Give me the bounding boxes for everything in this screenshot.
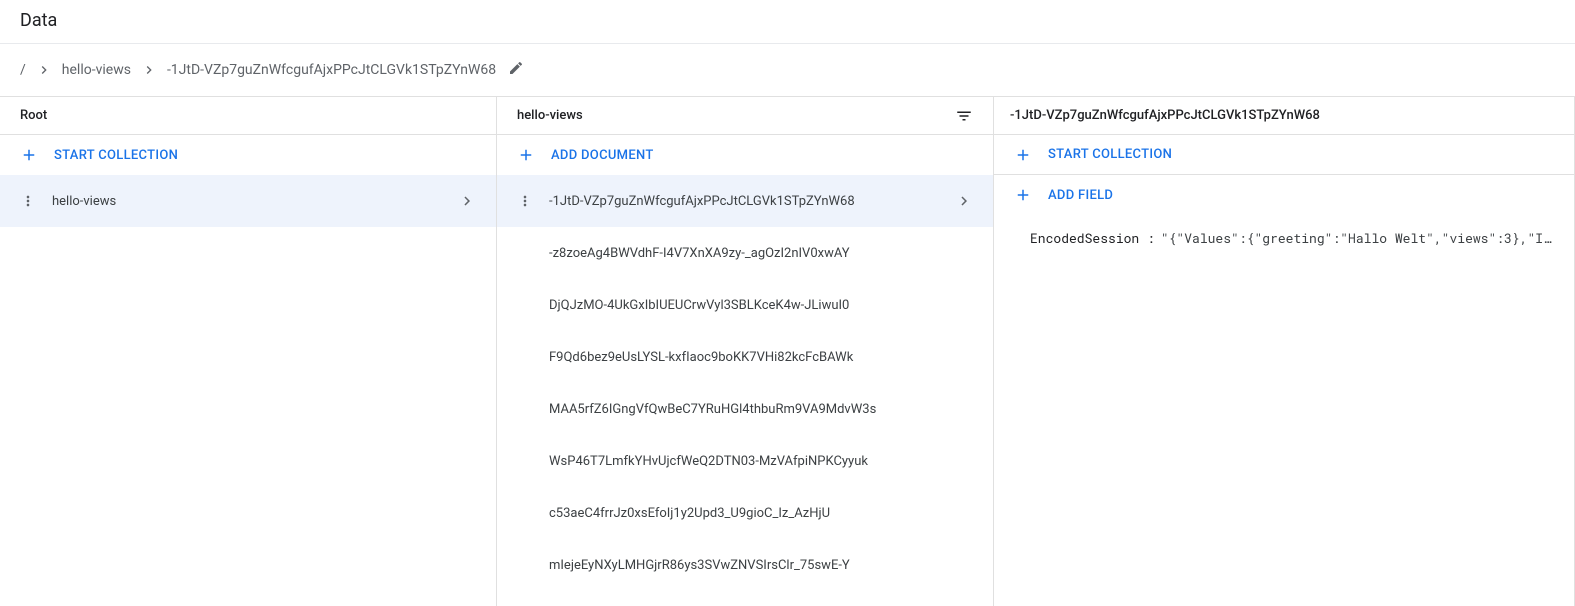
list-item[interactable]: F9Qd6bez9eUsLYSL-kxfIaoc9boKK7VHi82kcFcB… <box>497 331 993 383</box>
plus-icon <box>517 146 535 164</box>
list-item[interactable]: MAA5rfZ6IGngVfQwBeC7YRuHGl4thbuRm9VA9Mdv… <box>497 383 993 435</box>
plus-icon <box>1014 186 1032 204</box>
fields-column: -1JtD-VZp7guZnWfcgufAjxPPcJtCLGVk1STpZYn… <box>994 97 1575 606</box>
document-list: -1JtD-VZp7guZnWfcgufAjxPPcJtCLGVk1STpZYn… <box>497 175 993 606</box>
add-field-button[interactable]: ADD FIELD <box>994 175 1574 215</box>
breadcrumb: / hello-views -1JtD-VZp7guZnWfcgufAjxPPc… <box>0 44 1575 96</box>
list-item-label: c53aeC4frrJz0xsEfoIj1y2Upd3_U9gioC_Iz_Az… <box>549 506 973 521</box>
start-collection-button[interactable]: START COLLECTION <box>994 135 1574 175</box>
list-item-label: WsP46T7LmfkYHvUjcfWeQ2DTN03-MzVAfpiNPKCy… <box>549 454 973 469</box>
plus-icon <box>1014 146 1032 164</box>
list-item[interactable]: hello-views <box>0 175 496 227</box>
add-field-label: ADD FIELD <box>1048 188 1113 203</box>
list-item-label: -1JtD-VZp7guZnWfcgufAjxPPcJtCLGVk1STpZYn… <box>549 194 955 209</box>
list-item[interactable]: -z8zoeAg4BWVdhF-I4V7XnXA9zy-_agOzI2nIV0x… <box>497 227 993 279</box>
edit-icon[interactable] <box>508 60 524 80</box>
list-item-label: MAA5rfZ6IGngVfQwBeC7YRuHGl4thbuRm9VA9Mdv… <box>549 402 973 417</box>
field-row[interactable]: EncodedSession : "{"Values":{"greeting":… <box>994 215 1574 247</box>
list-item[interactable]: mIejeEyNXyLMHGjrR86ys3SVwZNVSIrsClr_75sw… <box>497 539 993 591</box>
filter-icon[interactable] <box>955 107 973 125</box>
chevron-right-icon <box>36 62 52 78</box>
data-columns: Root START COLLECTION hello-views hello-… <box>0 96 1575 606</box>
add-document-button[interactable]: ADD DOCUMENT <box>497 135 993 175</box>
chevron-right-icon <box>955 192 973 210</box>
more-icon[interactable] <box>20 193 36 209</box>
field-value: "{"Values":{"greeting":"Hallo Welt","vie… <box>1161 229 1558 247</box>
fields-column-header: -1JtD-VZp7guZnWfcgufAjxPPcJtCLGVk1STpZYn… <box>994 97 1574 135</box>
page-header: Data <box>0 0 1575 44</box>
list-item-label: mIejeEyNXyLMHGjrR86ys3SVwZNVSIrsClr_75sw… <box>549 558 973 573</box>
list-item[interactable]: -1JtD-VZp7guZnWfcgufAjxPPcJtCLGVk1STpZYn… <box>497 175 993 227</box>
list-item-label: -z8zoeAg4BWVdhF-I4V7XnXA9zy-_agOzI2nIV0x… <box>549 246 973 261</box>
chevron-right-icon <box>141 62 157 78</box>
root-column-title: Root <box>20 108 47 123</box>
list-item-label: hello-views <box>52 194 458 209</box>
list-item-label: DjQJzMO-4UkGxIbIUEUCrwVyl3SBLKceK4w-JLiw… <box>549 298 973 313</box>
list-item[interactable]: DjQJzMO-4UkGxIbIUEUCrwVyl3SBLKceK4w-JLiw… <box>497 279 993 331</box>
start-collection-label: START COLLECTION <box>54 148 178 163</box>
more-icon[interactable] <box>517 193 533 209</box>
add-document-label: ADD DOCUMENT <box>551 148 654 163</box>
collection-list: hello-views <box>0 175 496 606</box>
breadcrumb-collection[interactable]: hello-views <box>62 62 131 78</box>
root-column-header: Root <box>0 97 496 135</box>
list-item-label: F9Qd6bez9eUsLYSL-kxfIaoc9boKK7VHi82kcFcB… <box>549 350 973 365</box>
list-item[interactable]: WsP46T7LmfkYHvUjcfWeQ2DTN03-MzVAfpiNPKCy… <box>497 435 993 487</box>
documents-column-header: hello-views <box>497 97 993 135</box>
fields-column-title: -1JtD-VZp7guZnWfcgufAjxPPcJtCLGVk1STpZYn… <box>1010 108 1320 123</box>
page-title: Data <box>20 10 1555 31</box>
field-key: EncodedSession : <box>1030 229 1155 247</box>
chevron-right-icon <box>458 192 476 210</box>
list-item[interactable]: c53aeC4frrJz0xsEfoIj1y2Upd3_U9gioC_Iz_Az… <box>497 487 993 539</box>
plus-icon <box>20 146 38 164</box>
documents-column-title: hello-views <box>517 108 583 123</box>
documents-column: hello-views ADD DOCUMENT -1JtD-VZp7guZnW… <box>497 97 994 606</box>
start-collection-button[interactable]: START COLLECTION <box>0 135 496 175</box>
root-column: Root START COLLECTION hello-views <box>0 97 497 606</box>
breadcrumb-root[interactable]: / <box>20 62 26 78</box>
breadcrumb-document[interactable]: -1JtD-VZp7guZnWfcgufAjxPPcJtCLGVk1STpZYn… <box>167 62 496 78</box>
start-collection-label: START COLLECTION <box>1048 147 1172 162</box>
